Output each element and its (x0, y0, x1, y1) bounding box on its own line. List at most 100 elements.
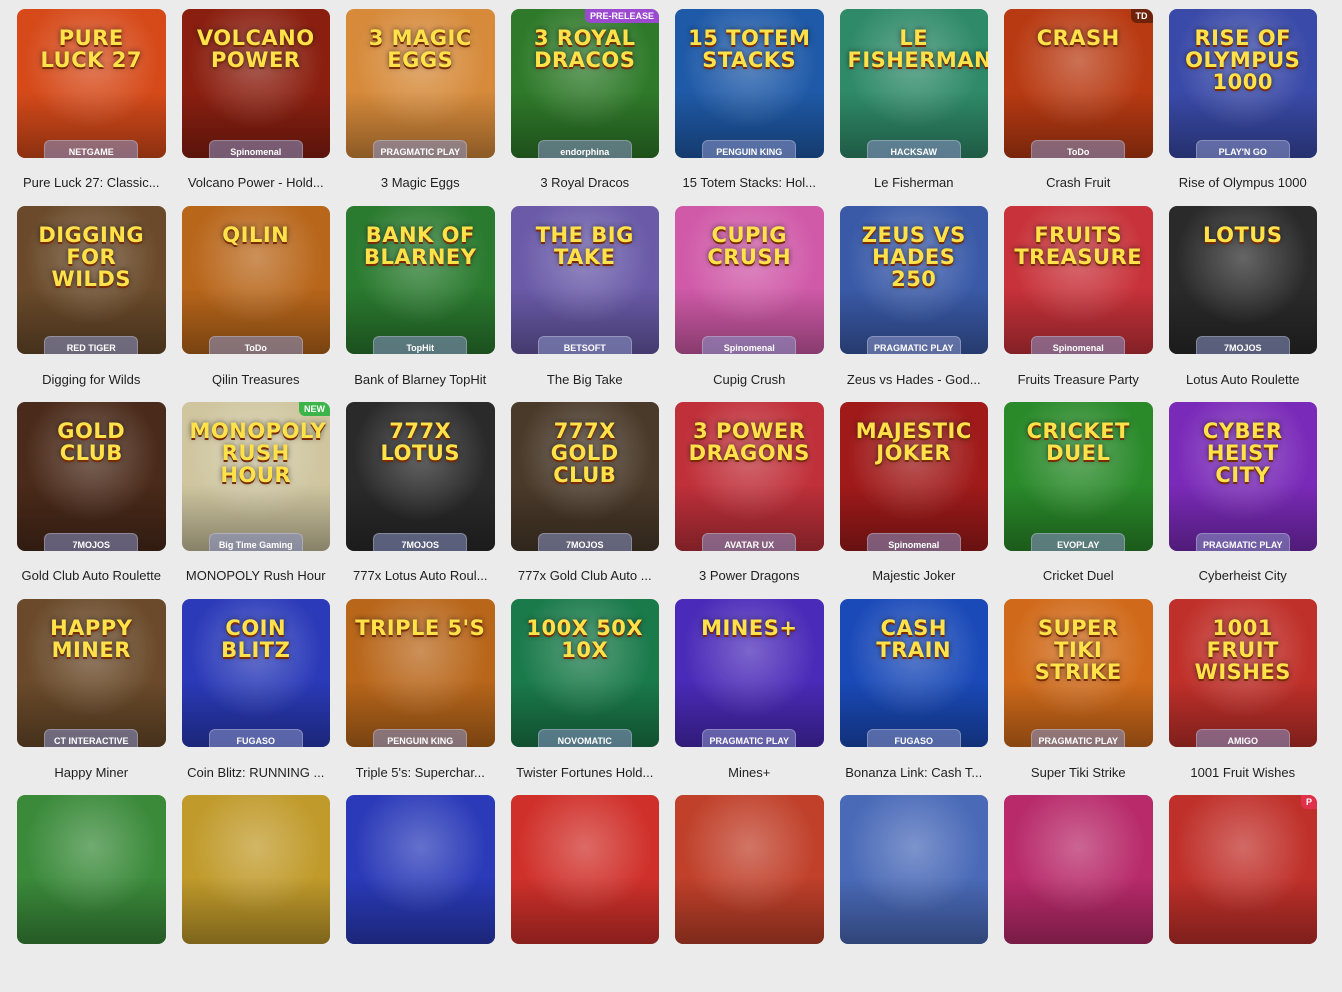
game-card[interactable]: Crash ToDo TD Crash Fruit (1004, 9, 1153, 206)
game-card[interactable]: Le Fisherman HACKSAW Le Fisherman (839, 9, 988, 206)
game-thumbnail[interactable]: Rise of Olympus 1000 PLAY'N GO (1168, 9, 1317, 158)
game-thumbnail[interactable]: Crash ToDo TD (1004, 9, 1153, 158)
game-title[interactable]: Fruits Treasure Party (1004, 372, 1153, 387)
game-thumbnail[interactable]: Gold Club 7MOJOS (17, 402, 166, 551)
game-thumbnail[interactable]: 3 Royal Dracos endorphina PRE-RELEASE (510, 9, 659, 158)
game-title[interactable]: Cupig Crush (675, 372, 824, 387)
game-card[interactable]: Volcano Power Spinomenal Volcano Power - H… (181, 9, 330, 206)
game-title[interactable]: Cyberheist City (1169, 568, 1318, 583)
game-title[interactable]: 3 Royal Dracos (511, 175, 660, 190)
game-title[interactable]: Crash Fruit (1004, 175, 1153, 190)
game-card[interactable]: Gold Club 7MOJOS Gold Club Auto Roulette (17, 402, 166, 599)
game-card[interactable]: Triple 5's PENGUIN KING Triple 5's: Superc… (346, 598, 495, 796)
game-thumbnail[interactable]: Bank of Blarney TopHit (346, 205, 495, 355)
game-card[interactable]: Rise of Olympus 1000 PLAY'N GO Rise of Oly… (1168, 9, 1318, 206)
game-title[interactable]: Lotus Auto Roulette (1169, 372, 1318, 387)
game-thumbnail[interactable] (675, 795, 824, 944)
game-thumbnail[interactable]: P (1168, 795, 1317, 944)
game-thumbnail[interactable]: Majestic Joker Spinomenal (839, 402, 988, 551)
game-thumbnail[interactable]: 3 Magic Eggs PRAGMATIC PLAY (346, 9, 495, 158)
game-title[interactable]: Digging for Wilds (17, 372, 166, 387)
game-thumbnail[interactable]: Coin Blitz FUGASO (181, 598, 330, 748)
game-thumbnail[interactable]: 1001 Fruit Wishes AMIGO (1168, 598, 1317, 748)
game-card[interactable]: 3 Power Dragons AVATAR UX 3 Power Dragons (675, 402, 824, 599)
game-title[interactable]: 1001 Fruit Wishes (1169, 765, 1318, 780)
game-title[interactable]: 3 Magic Eggs (346, 175, 495, 190)
game-thumbnail[interactable]: 3 Power Dragons AVATAR UX (675, 402, 824, 551)
game-card[interactable]: Fruits Treasure Spinomenal Fruits Treasure… (1004, 205, 1153, 403)
game-title[interactable]: MONOPOLY Rush Hour (182, 568, 331, 583)
game-card[interactable]: Majestic Joker Spinomenal Majestic Joker (839, 402, 989, 599)
game-title[interactable]: 3 Power Dragons (675, 568, 824, 583)
game-card[interactable]: Digging for Wilds RED TIGER Digging for Wi… (17, 205, 166, 403)
game-title[interactable]: Bank of Blarney TopHit (346, 372, 495, 387)
game-thumbnail[interactable]: Le Fisherman HACKSAW (839, 9, 988, 158)
game-title[interactable]: Gold Club Auto Roulette (17, 568, 166, 583)
game-card[interactable]: 15 Totem Stacks PENGUIN KING 15 Totem Stac… (675, 9, 824, 206)
game-card[interactable]: The Big Take BETSOFT The Big Take (510, 205, 660, 403)
game-card[interactable]: 777x Lotus 7MOJOS 777x Lotus Auto Roul... (346, 402, 495, 599)
game-title[interactable]: Mines+ (675, 765, 824, 780)
game-title[interactable]: Triple 5's: Superchar... (346, 765, 495, 780)
game-title[interactable]: Rise of Olympus 1000 (1169, 175, 1318, 190)
game-title[interactable]: Super Tiki Strike (1004, 765, 1153, 780)
game-card[interactable]: 777x Gold Club 7MOJOS 777x Gold Club Auto … (510, 402, 660, 599)
game-card[interactable]: Pure Luck 27 NETGAME Pure Luck 27: Classic… (17, 9, 166, 206)
game-card[interactable] (17, 795, 166, 992)
game-card[interactable] (1004, 795, 1153, 992)
game-thumbnail[interactable]: Super Tiki Strike PRAGMATIC PLAY (1004, 598, 1153, 748)
game-card[interactable]: 3 Royal Dracos endorphina PRE-RELEASE 3 Roy… (510, 9, 660, 206)
game-card[interactable]: 1001 Fruit Wishes AMIGO 1001 Fruit Wishes (1168, 598, 1318, 796)
game-thumbnail[interactable] (839, 795, 988, 944)
game-title[interactable]: Coin Blitz: RUNNING ... (182, 765, 331, 780)
game-card[interactable]: 100X 50X 10X NOVOMATIC Twister Fortunes Ho… (510, 598, 660, 796)
game-card[interactable]: Coin Blitz FUGASO Coin Blitz: RUNNING ... (181, 598, 331, 796)
game-card[interactable]: Happy Miner CT INTERACTIVE Happy Miner (17, 598, 166, 796)
game-thumbnail[interactable]: Monopoly Rush Hour Big Time Gaming NEW (181, 402, 330, 551)
game-card[interactable]: Super Tiki Strike PRAGMATIC PLAY Super Tik… (1004, 598, 1153, 796)
game-title[interactable]: Majestic Joker (840, 568, 989, 583)
game-thumbnail[interactable] (510, 795, 659, 944)
game-thumbnail[interactable]: Cupig Crush Spinomenal (675, 205, 824, 355)
game-card[interactable] (839, 795, 988, 992)
game-thumbnail[interactable] (181, 795, 330, 944)
game-title[interactable]: 777x Gold Club Auto ... (511, 568, 660, 583)
game-title[interactable]: Zeus vs Hades - God... (840, 372, 989, 387)
game-thumbnail[interactable]: Fruits Treasure Spinomenal (1004, 205, 1153, 355)
game-card[interactable]: Qilin ToDo Qilin Treasures (181, 205, 331, 403)
game-thumbnail[interactable]: Happy Miner CT INTERACTIVE (17, 598, 166, 748)
game-thumbnail[interactable] (17, 795, 166, 944)
game-thumbnail[interactable]: Zeus vs Hades 250 PRAGMATIC PLAY (839, 205, 988, 355)
game-thumbnail[interactable]: Mines+ PRAGMATIC PLAY (675, 598, 824, 748)
game-thumbnail[interactable] (346, 795, 495, 944)
game-thumbnail[interactable]: Pure Luck 27 NETGAME (17, 9, 166, 158)
game-card[interactable]: Mines+ PRAGMATIC PLAY Mines+ (675, 598, 824, 796)
game-thumbnail[interactable]: Triple 5's PENGUIN KING (346, 598, 495, 748)
game-card[interactable]: Cricket Duel EVOPLAY Cricket Duel (1004, 402, 1153, 599)
game-title[interactable]: Bonanza Link: Cash T... (840, 765, 989, 780)
game-thumbnail[interactable] (1004, 795, 1153, 944)
game-thumbnail[interactable]: 100X 50X 10X NOVOMATIC (510, 598, 659, 748)
game-card[interactable]: Cyber Heist City PRAGMATIC PLAY Cyberheist… (1168, 402, 1318, 599)
game-thumbnail[interactable]: The Big Take BETSOFT (510, 205, 659, 355)
game-title[interactable]: Pure Luck 27: Classic... (17, 175, 166, 190)
game-thumbnail[interactable]: Cricket Duel EVOPLAY (1004, 402, 1153, 551)
game-card[interactable] (675, 795, 824, 992)
game-title[interactable]: 777x Lotus Auto Roul... (346, 568, 495, 583)
game-card[interactable]: Monopoly Rush Hour Big Time Gaming NEW MONO… (181, 402, 331, 599)
game-title[interactable]: Qilin Treasures (182, 372, 331, 387)
game-card[interactable]: 3 Magic Eggs PRAGMATIC PLAY 3 Magic Eggs (346, 9, 495, 206)
game-card[interactable]: Lotus 7MOJOS Lotus Auto Roulette (1168, 205, 1318, 403)
game-card[interactable] (346, 795, 495, 992)
game-thumbnail[interactable]: Cash Train FUGASO (839, 598, 988, 748)
game-title[interactable]: The Big Take (511, 372, 660, 387)
game-thumbnail[interactable]: Digging for Wilds RED TIGER (17, 205, 166, 355)
game-title[interactable]: Twister Fortunes Hold... (511, 765, 660, 780)
game-card[interactable]: P (1168, 795, 1317, 992)
game-thumbnail[interactable]: Volcano Power Spinomenal (181, 9, 330, 158)
game-card[interactable]: Zeus vs Hades 250 PRAGMATIC PLAY Zeus vs H… (839, 205, 989, 403)
game-thumbnail[interactable]: 15 Totem Stacks PENGUIN KING (675, 9, 824, 158)
game-card[interactable] (181, 795, 330, 992)
game-title[interactable]: Cricket Duel (1004, 568, 1153, 583)
game-card[interactable]: Cupig Crush Spinomenal Cupig Crush (675, 205, 824, 403)
